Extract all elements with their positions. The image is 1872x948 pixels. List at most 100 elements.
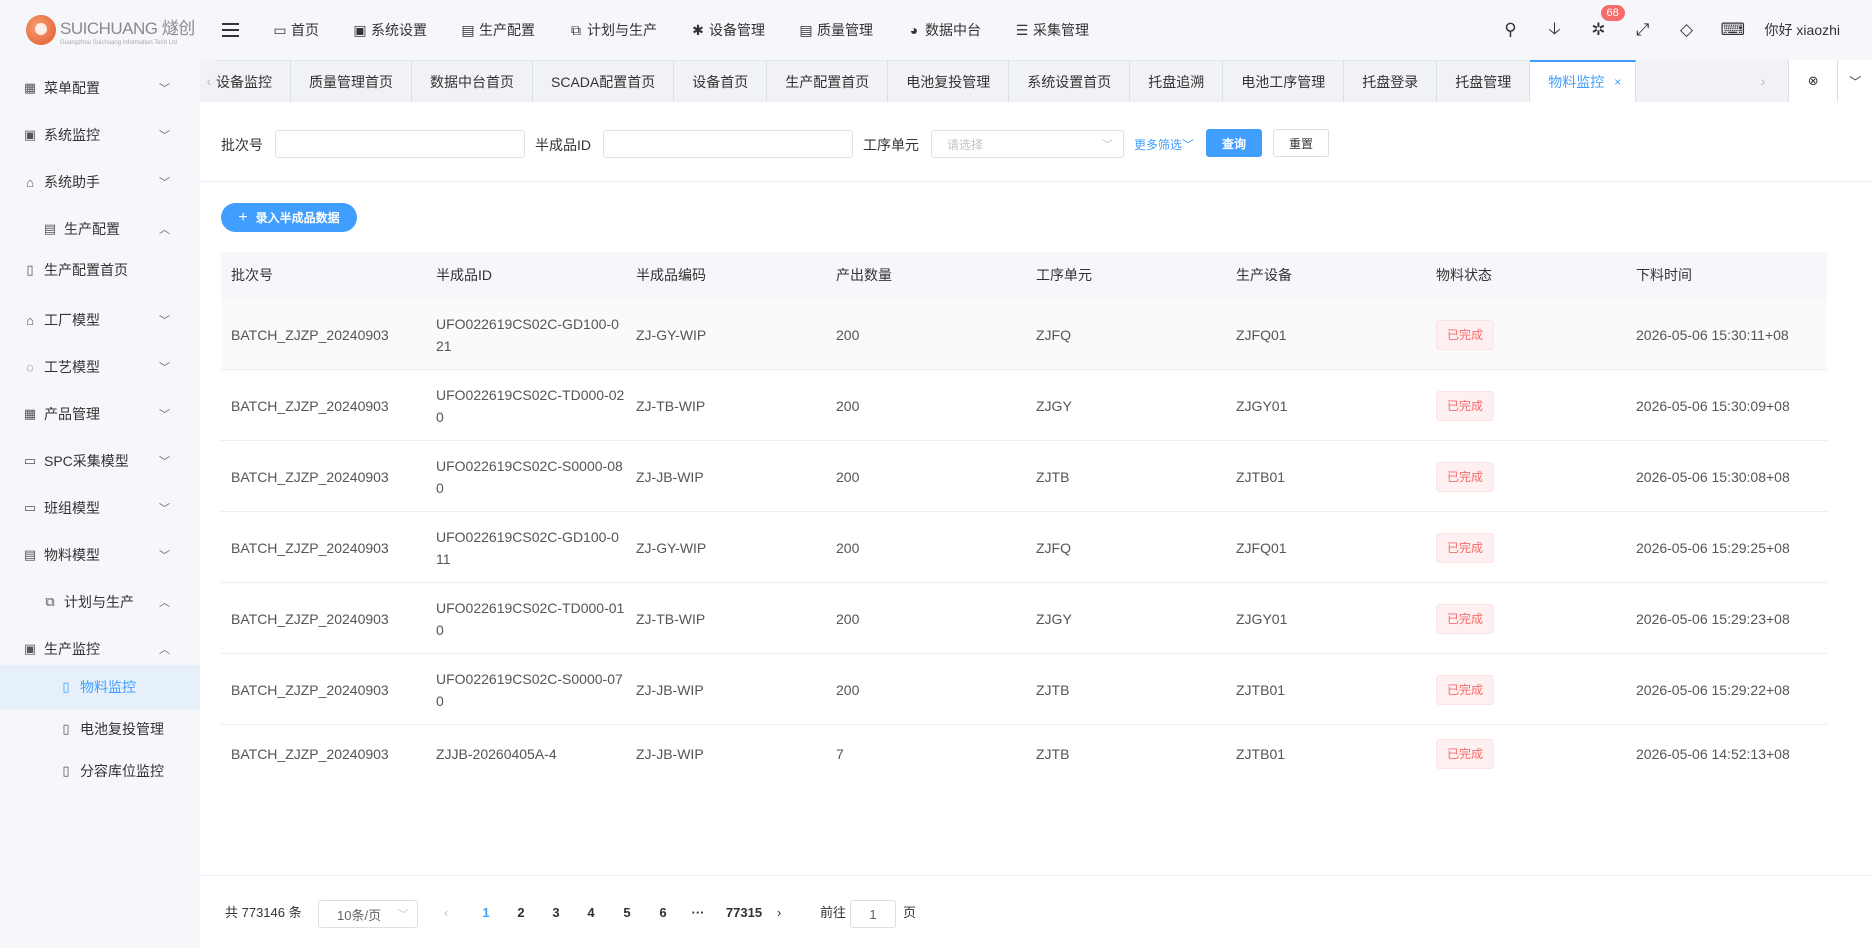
topnav-item-4[interactable]: ✱ 设备管理	[690, 20, 765, 40]
tab-5[interactable]: 生产配置首页	[767, 60, 889, 102]
sidebar: ▦ 菜单配置 ﹀ ▣ 系统监控 ﹀ ⌂ 系统助手 ﹀ ▤ 生产配置 ︿ ▯ 生产配置首页 ⌂ 工厂模型 ﹀ ◌ 工艺…	[0, 60, 200, 948]
table-row[interactable]: BATCH_ZJZP_20240903 UFO022619CS02C-S0000-…	[221, 441, 1827, 512]
tab-scroll-right-icon[interactable]: ›	[1756, 60, 1770, 102]
sidebar-item-label: 菜单配置	[44, 80, 100, 96]
table-cell: ZJGY	[1036, 610, 1072, 627]
tab-1[interactable]: 质量管理首页	[291, 60, 412, 102]
sidebar-item-icon: ▤	[43, 221, 57, 236]
table-row[interactable]: BATCH_ZJZP_20240903 UFO022619CS02C-TD000-…	[221, 583, 1827, 654]
tab-0[interactable]: 设备监控	[216, 60, 291, 102]
tab-12[interactable]: 物料监控 ×	[1530, 60, 1637, 102]
topnav-label: 质量管理	[817, 22, 873, 38]
sidebar-item-14[interactable]: ▯ 电池复投管理	[0, 707, 200, 751]
table-row[interactable]: BATCH_ZJZP_20240903 UFO022619CS02C-GD100-…	[221, 299, 1827, 370]
column-header: 生产设备	[1236, 267, 1292, 283]
page-number[interactable]: 3	[541, 876, 571, 948]
page-size-value: 10条/页	[337, 907, 382, 923]
tab-label: SCADA配置首页	[551, 73, 656, 90]
topnav-label: 设备管理	[709, 22, 765, 38]
page-number[interactable]: 5	[612, 876, 642, 948]
tab-3[interactable]: SCADA配置首页	[533, 60, 675, 102]
sidebar-item-13[interactable]: ▯ 物料监控	[0, 665, 200, 709]
total-count: 共 773146 条	[225, 905, 302, 920]
topnav-item-7[interactable]: ☰ 采集管理	[1014, 20, 1089, 40]
goto-page-input[interactable]	[850, 900, 896, 928]
fullscreen-icon[interactable]: ⤢	[1633, 20, 1653, 40]
tab-close-icon[interactable]: ×	[1614, 75, 1621, 89]
table-cell: ZJTB01	[1236, 681, 1286, 698]
table-cell: UFO022619CS02C-TD000-020	[436, 386, 625, 425]
topnav-item-0[interactable]: ▭ 首页	[272, 20, 319, 40]
chevron-down-icon: ﹀	[398, 909, 409, 921]
table-row[interactable]: BATCH_ZJZP_20240903 UFO022619CS02C-S0000-…	[221, 654, 1827, 725]
sidebar-item-label: 生产配置首页	[44, 262, 128, 278]
sidebar-item-label: 产品管理	[44, 406, 100, 422]
reset-button[interactable]: 重置	[1273, 129, 1329, 157]
notification-badge: 68	[1600, 5, 1625, 21]
filter-bar: 批次号 半成品ID 工序单元 请选择 ﹀ 更多筛选﹀ 查询 重置	[200, 102, 1872, 182]
batch-input[interactable]	[275, 130, 525, 158]
more-filters-link[interactable]: 更多筛选﹀	[1134, 136, 1194, 153]
page-number[interactable]: 1	[471, 876, 501, 948]
tab-7[interactable]: 系统设置首页	[1009, 60, 1131, 102]
tab-label: 系统设置首页	[1027, 73, 1112, 90]
sidebar-item-label: 计划与生产	[64, 594, 134, 610]
tab-4[interactable]: 设备首页	[674, 60, 768, 102]
download-icon[interactable]: 🡣	[1545, 16, 1565, 45]
tab-9[interactable]: 电池工序管理	[1223, 60, 1345, 102]
tab-menu-chevron-down-icon[interactable]: ﹀	[1838, 73, 1872, 90]
page-number[interactable]: 4	[576, 876, 606, 948]
page-number[interactable]: 77315	[722, 876, 766, 948]
table-row[interactable]: BATCH_ZJZP_20240903 ZJJB-20260405A-4 ZJ-JB…	[221, 725, 1827, 776]
language-icon[interactable]: ⌨	[1721, 20, 1746, 40]
page-size-select[interactable]: 10条/页 ﹀	[318, 900, 418, 928]
tab-2[interactable]: 数据中台首页	[412, 60, 533, 102]
topnav-icon: ◕	[909, 22, 919, 38]
topnav-item-5[interactable]: ▤ 质量管理	[798, 20, 873, 40]
page-number[interactable]: 6	[648, 876, 678, 948]
sidebar-item-label: 生产监控	[44, 641, 100, 657]
hamburger-menu-icon[interactable]	[222, 0, 242, 60]
table-cell: ZJ-JB-WIP	[636, 745, 704, 762]
tab-bar: ‹ 设备监控 质量管理首页 数据中台首页 SCADA配置首页 设备首页 生产配置首页 电池复…	[200, 60, 1872, 102]
next-page-icon[interactable]: ›	[777, 876, 781, 948]
column-header: 半成品编码	[636, 267, 706, 283]
tab-8[interactable]: 托盘追溯	[1130, 60, 1224, 102]
semi-id-input[interactable]	[603, 130, 853, 158]
topnav-item-1[interactable]: ▣ 系统设置	[352, 20, 427, 40]
page-number[interactable]: 2	[506, 876, 536, 948]
process-select[interactable]: 请选择 ﹀	[931, 130, 1124, 158]
more-filters-text: 更多筛选	[1134, 138, 1183, 152]
tab-6[interactable]: 电池复投管理	[888, 60, 1010, 102]
diamond-icon[interactable]: ◇	[1677, 20, 1697, 40]
table-cell: ZJ-GY-WIP	[636, 539, 707, 556]
topnav-item-2[interactable]: ▤ 生产配置	[460, 20, 535, 40]
prev-page-icon[interactable]: ‹	[444, 876, 448, 948]
close-tabs-icon[interactable]: ⊗	[1789, 60, 1839, 102]
search-icon[interactable]: ⚲	[1501, 20, 1521, 40]
query-button[interactable]: 查询	[1206, 129, 1262, 157]
chevron-icon: ﹀	[159, 550, 170, 562]
logo[interactable]: SUICHUANG 燧创 Guangzhou Suichuang Informa…	[0, 0, 200, 60]
table-cell: 7	[836, 745, 844, 762]
table-row[interactable]: BATCH_ZJZP_20240903 UFO022619CS02C-TD000-…	[221, 370, 1827, 441]
sidebar-item-icon: ▭	[23, 453, 37, 468]
table-cell: BATCH_ZJZP_20240903	[231, 397, 389, 414]
user-greeting[interactable]: 你好 xiaozhi	[1765, 20, 1840, 40]
tab-label: 数据中台首页	[430, 73, 514, 90]
table-cell: BATCH_ZJZP_20240903	[231, 468, 389, 485]
page-number[interactable]: ···	[683, 876, 713, 948]
tab-11[interactable]: 托盘管理	[1437, 60, 1531, 102]
table-row[interactable]: BATCH_ZJZP_20240903 UFO022619CS02C-GD100-…	[221, 512, 1827, 583]
table-cell: UFO022619CS02C-S0000-080	[436, 457, 623, 496]
add-semi-product-button[interactable]: + 录入半成品数据	[221, 203, 357, 232]
topnav-item-3[interactable]: ⧉ 计划与生产	[568, 20, 657, 40]
tab-10[interactable]: 托盘登录	[1344, 60, 1438, 102]
tab-label: 生产配置首页	[785, 73, 870, 90]
sidebar-item-15[interactable]: ▯ 分容库位监控	[0, 749, 200, 793]
column-header: 下料时间	[1636, 267, 1692, 283]
bug-notification-icon[interactable]: ✲ 68	[1589, 5, 1625, 40]
topnav-item-6[interactable]: ◕ 数据中台	[906, 20, 981, 40]
sidebar-item-4[interactable]: ▯ 生产配置首页	[0, 248, 200, 292]
tab-scroll-left-icon[interactable]: ‹	[202, 60, 216, 102]
